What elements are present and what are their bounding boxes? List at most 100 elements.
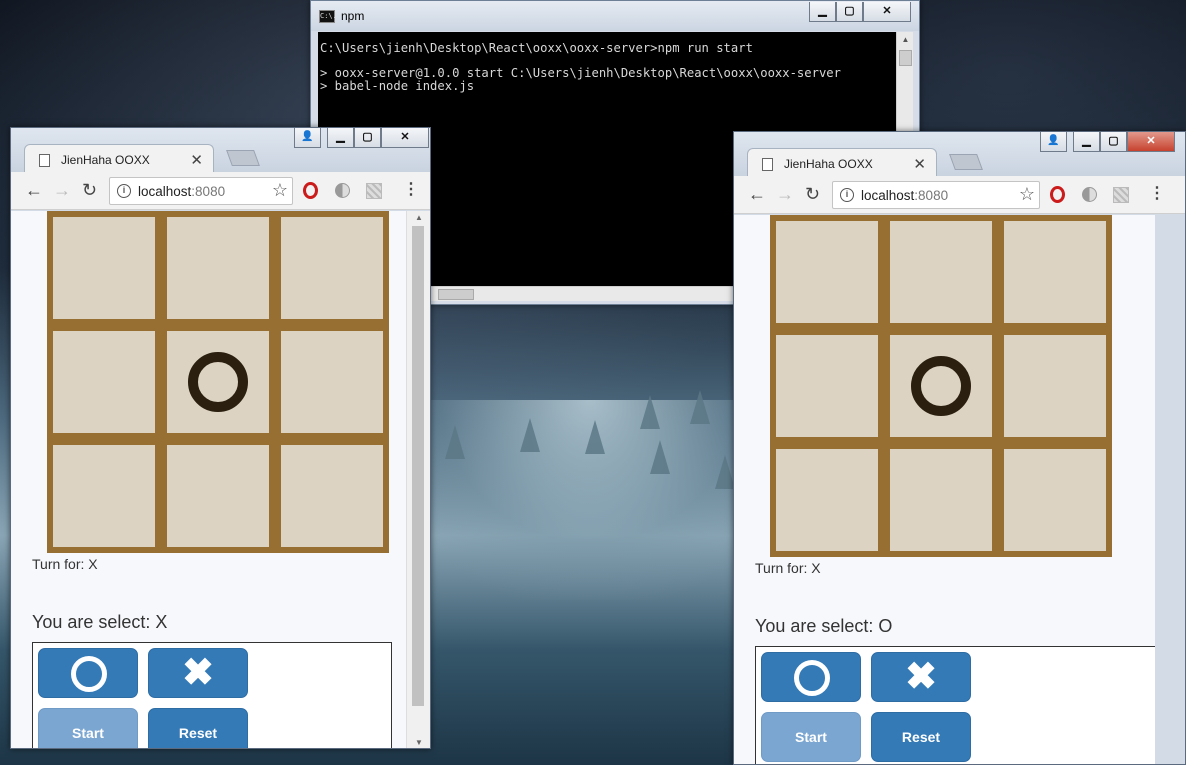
page-icon <box>762 158 773 171</box>
o-mark-icon <box>188 352 248 412</box>
pine-tree <box>585 420 605 454</box>
close-icon[interactable]: ✕ <box>381 128 429 148</box>
new-tab-button[interactable] <box>949 154 983 170</box>
board-cell[interactable] <box>776 449 878 551</box>
board-cell[interactable] <box>167 331 269 433</box>
opera-extension-icon[interactable] <box>1050 186 1065 203</box>
select-x-button[interactable]: ✖ <box>148 648 248 698</box>
contrast-extension-icon[interactable] <box>335 183 350 198</box>
board-cell[interactable] <box>53 331 155 433</box>
address-bar[interactable]: i localhost:8080 ☆ <box>832 181 1040 209</box>
reset-button[interactable]: Reset <box>148 708 248 748</box>
react-extension-icon[interactable] <box>1113 187 1129 203</box>
scrollbar-thumb[interactable] <box>412 226 424 706</box>
minimize-icon[interactable]: ▁ <box>327 128 354 148</box>
scroll-up-arrow-icon[interactable]: ▲ <box>407 213 430 222</box>
browser-window-left[interactable]: 👤 ▁ ▢ ✕ JienHaha OOXX ✕ ← → ↻ i localhos… <box>10 127 431 749</box>
select-o-button[interactable] <box>38 648 138 698</box>
pine-tree <box>445 425 465 459</box>
browser-titlebar[interactable]: 👤 ▁ ▢ ✕ JienHaha OOXX ✕ <box>734 132 1185 178</box>
forward-icon[interactable]: → <box>776 184 794 204</box>
start-button[interactable]: Start <box>38 708 138 748</box>
pine-tree <box>715 455 735 489</box>
url-text: localhost:8080 <box>138 184 225 199</box>
select-o-button[interactable] <box>761 652 861 702</box>
board-cell[interactable] <box>890 335 992 437</box>
page-scrollbar[interactable]: ▲ ▼ <box>406 211 430 748</box>
browser-tab[interactable]: JienHaha OOXX ✕ <box>24 144 214 174</box>
board-cell[interactable] <box>776 221 878 323</box>
contrast-extension-icon[interactable] <box>1082 187 1097 202</box>
selection-indicator: You are select: O <box>755 616 893 636</box>
browser-titlebar[interactable]: 👤 ▁ ▢ ✕ JienHaha OOXX ✕ <box>11 128 430 174</box>
address-bar[interactable]: i localhost:8080 ☆ <box>109 177 293 205</box>
browser-tab[interactable]: JienHaha OOXX ✕ <box>747 148 937 178</box>
cmd-titlebar[interactable]: C:\. npm ▁ ▢ ✕ <box>311 1 919 31</box>
react-extension-icon[interactable] <box>366 183 382 199</box>
back-icon[interactable]: ← <box>748 184 766 204</box>
window-controls: ▁ ▢ ✕ <box>1073 132 1175 152</box>
console-line: > babel-node index.js <box>320 78 475 93</box>
minimize-icon[interactable]: ▁ <box>809 2 836 22</box>
scroll-up-arrow-icon[interactable]: ▲ <box>897 32 914 48</box>
pine-tree <box>520 418 540 452</box>
profile-icon[interactable]: 👤 <box>294 128 321 148</box>
board-cell[interactable] <box>167 217 269 319</box>
x-icon: ✖ <box>905 656 937 698</box>
board-cell[interactable] <box>53 217 155 319</box>
console-line: C:\Users\jienh\Desktop\React\ooxx\ooxx-s… <box>320 41 753 55</box>
page-viewport: Turn for: X You are select: X ✖ Start Re… <box>11 211 407 748</box>
board-cell[interactable] <box>890 221 992 323</box>
menu-icon[interactable]: ⋮ <box>1149 185 1165 203</box>
scrollbar-thumb[interactable] <box>438 289 474 300</box>
game-board <box>770 215 1112 557</box>
pine-tree <box>640 395 660 429</box>
controls-panel: ✖ Start Reset <box>32 642 392 748</box>
board-cell[interactable] <box>53 445 155 547</box>
o-mark-icon <box>911 356 971 416</box>
board-cell[interactable] <box>1004 335 1106 437</box>
tab-title: JienHaha OOXX <box>61 153 150 167</box>
board-cell[interactable] <box>1004 221 1106 323</box>
console-line: > ooxx-server@1.0.0 start C:\Users\jienh… <box>320 66 841 80</box>
reset-button[interactable]: Reset <box>871 712 971 762</box>
pine-tree <box>690 390 710 424</box>
maximize-icon[interactable]: ▢ <box>1100 132 1127 152</box>
back-icon[interactable]: ← <box>25 180 43 200</box>
o-icon <box>794 660 830 696</box>
bookmark-star-icon[interactable]: ☆ <box>1019 184 1035 205</box>
reload-icon[interactable]: ↻ <box>82 180 97 200</box>
close-icon[interactable]: ✕ <box>1127 132 1175 152</box>
pine-tree <box>650 440 670 474</box>
turn-indicator: Turn for: X <box>755 560 821 576</box>
minimize-icon[interactable]: ▁ <box>1073 132 1100 152</box>
board-cell[interactable] <box>281 331 383 433</box>
close-icon[interactable]: ✕ <box>863 2 911 22</box>
menu-icon[interactable]: ⋮ <box>403 181 419 199</box>
browser-toolbar: ← → ↻ i localhost:8080 ☆ ⋮ <box>11 172 430 210</box>
maximize-icon[interactable]: ▢ <box>836 2 863 22</box>
board-cell[interactable] <box>890 449 992 551</box>
info-icon[interactable]: i <box>840 188 854 202</box>
tab-close-icon[interactable]: ✕ <box>190 151 203 169</box>
start-button[interactable]: Start <box>761 712 861 762</box>
forward-icon[interactable]: → <box>53 180 71 200</box>
info-icon[interactable]: i <box>117 184 131 198</box>
board-cell[interactable] <box>1004 449 1106 551</box>
tab-title: JienHaha OOXX <box>784 157 873 171</box>
select-x-button[interactable]: ✖ <box>871 652 971 702</box>
scroll-down-arrow-icon[interactable]: ▼ <box>407 738 430 747</box>
tab-close-icon[interactable]: ✕ <box>913 155 926 173</box>
opera-extension-icon[interactable] <box>303 182 318 199</box>
bookmark-star-icon[interactable]: ☆ <box>272 180 288 201</box>
board-cell[interactable] <box>776 335 878 437</box>
board-cell[interactable] <box>281 217 383 319</box>
board-cell[interactable] <box>167 445 269 547</box>
maximize-icon[interactable]: ▢ <box>354 128 381 148</box>
browser-window-right[interactable]: 👤 ▁ ▢ ✕ JienHaha OOXX ✕ ← → ↻ i localhos… <box>733 131 1186 765</box>
new-tab-button[interactable] <box>226 150 260 166</box>
board-cell[interactable] <box>281 445 383 547</box>
profile-icon[interactable]: 👤 <box>1040 132 1067 152</box>
scrollbar-thumb[interactable] <box>899 50 912 66</box>
reload-icon[interactable]: ↻ <box>805 184 820 204</box>
